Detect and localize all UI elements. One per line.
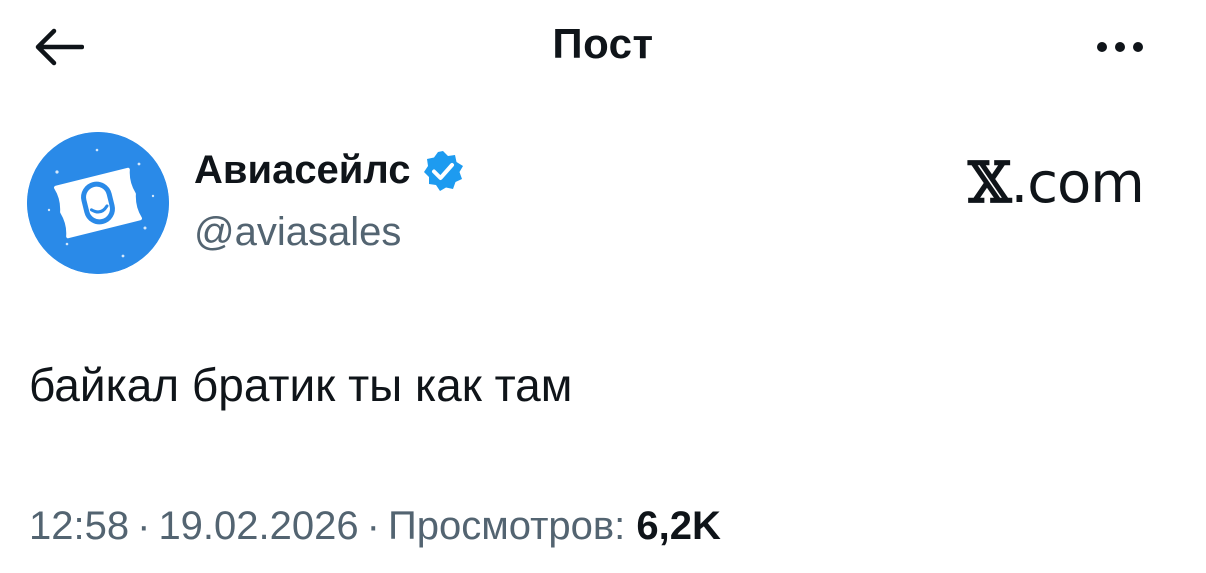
x-logo-icon: 𝕏 [968, 150, 1011, 216]
author-name[interactable]: Авиасейлс [194, 148, 465, 193]
aviasales-logo-icon [27, 132, 169, 274]
post-date[interactable]: 19.02.2026 [158, 504, 358, 548]
avatar[interactable] [27, 132, 169, 274]
x-com-watermark: 𝕏.com [968, 150, 1145, 216]
more-dot [1115, 42, 1125, 52]
author-handle[interactable]: @aviasales [194, 210, 401, 255]
views-label: Просмотров: [387, 504, 626, 548]
page-title: Пост [552, 20, 654, 67]
more-options-button[interactable] [1085, 22, 1155, 72]
verified-badge-icon [423, 150, 463, 191]
post-text: байкал братик ты как там [29, 359, 573, 411]
meta-separator: · [366, 504, 380, 548]
meta-separator: · [137, 504, 151, 548]
watermark-suffix: .com [1010, 151, 1144, 216]
post-time[interactable]: 12:58 [29, 504, 129, 548]
views-count: 6,2K [636, 504, 721, 548]
more-horizontal-icon [1097, 42, 1107, 52]
more-dot [1133, 42, 1143, 52]
back-button[interactable] [30, 22, 86, 72]
post-meta: 12:58 · 19.02.2026 · Просмотров: 6,2K [29, 504, 721, 549]
author-display-name: Авиасейлс [194, 148, 411, 192]
top-bar: Пост [0, 0, 1206, 95]
arrow-left-icon [35, 28, 84, 66]
